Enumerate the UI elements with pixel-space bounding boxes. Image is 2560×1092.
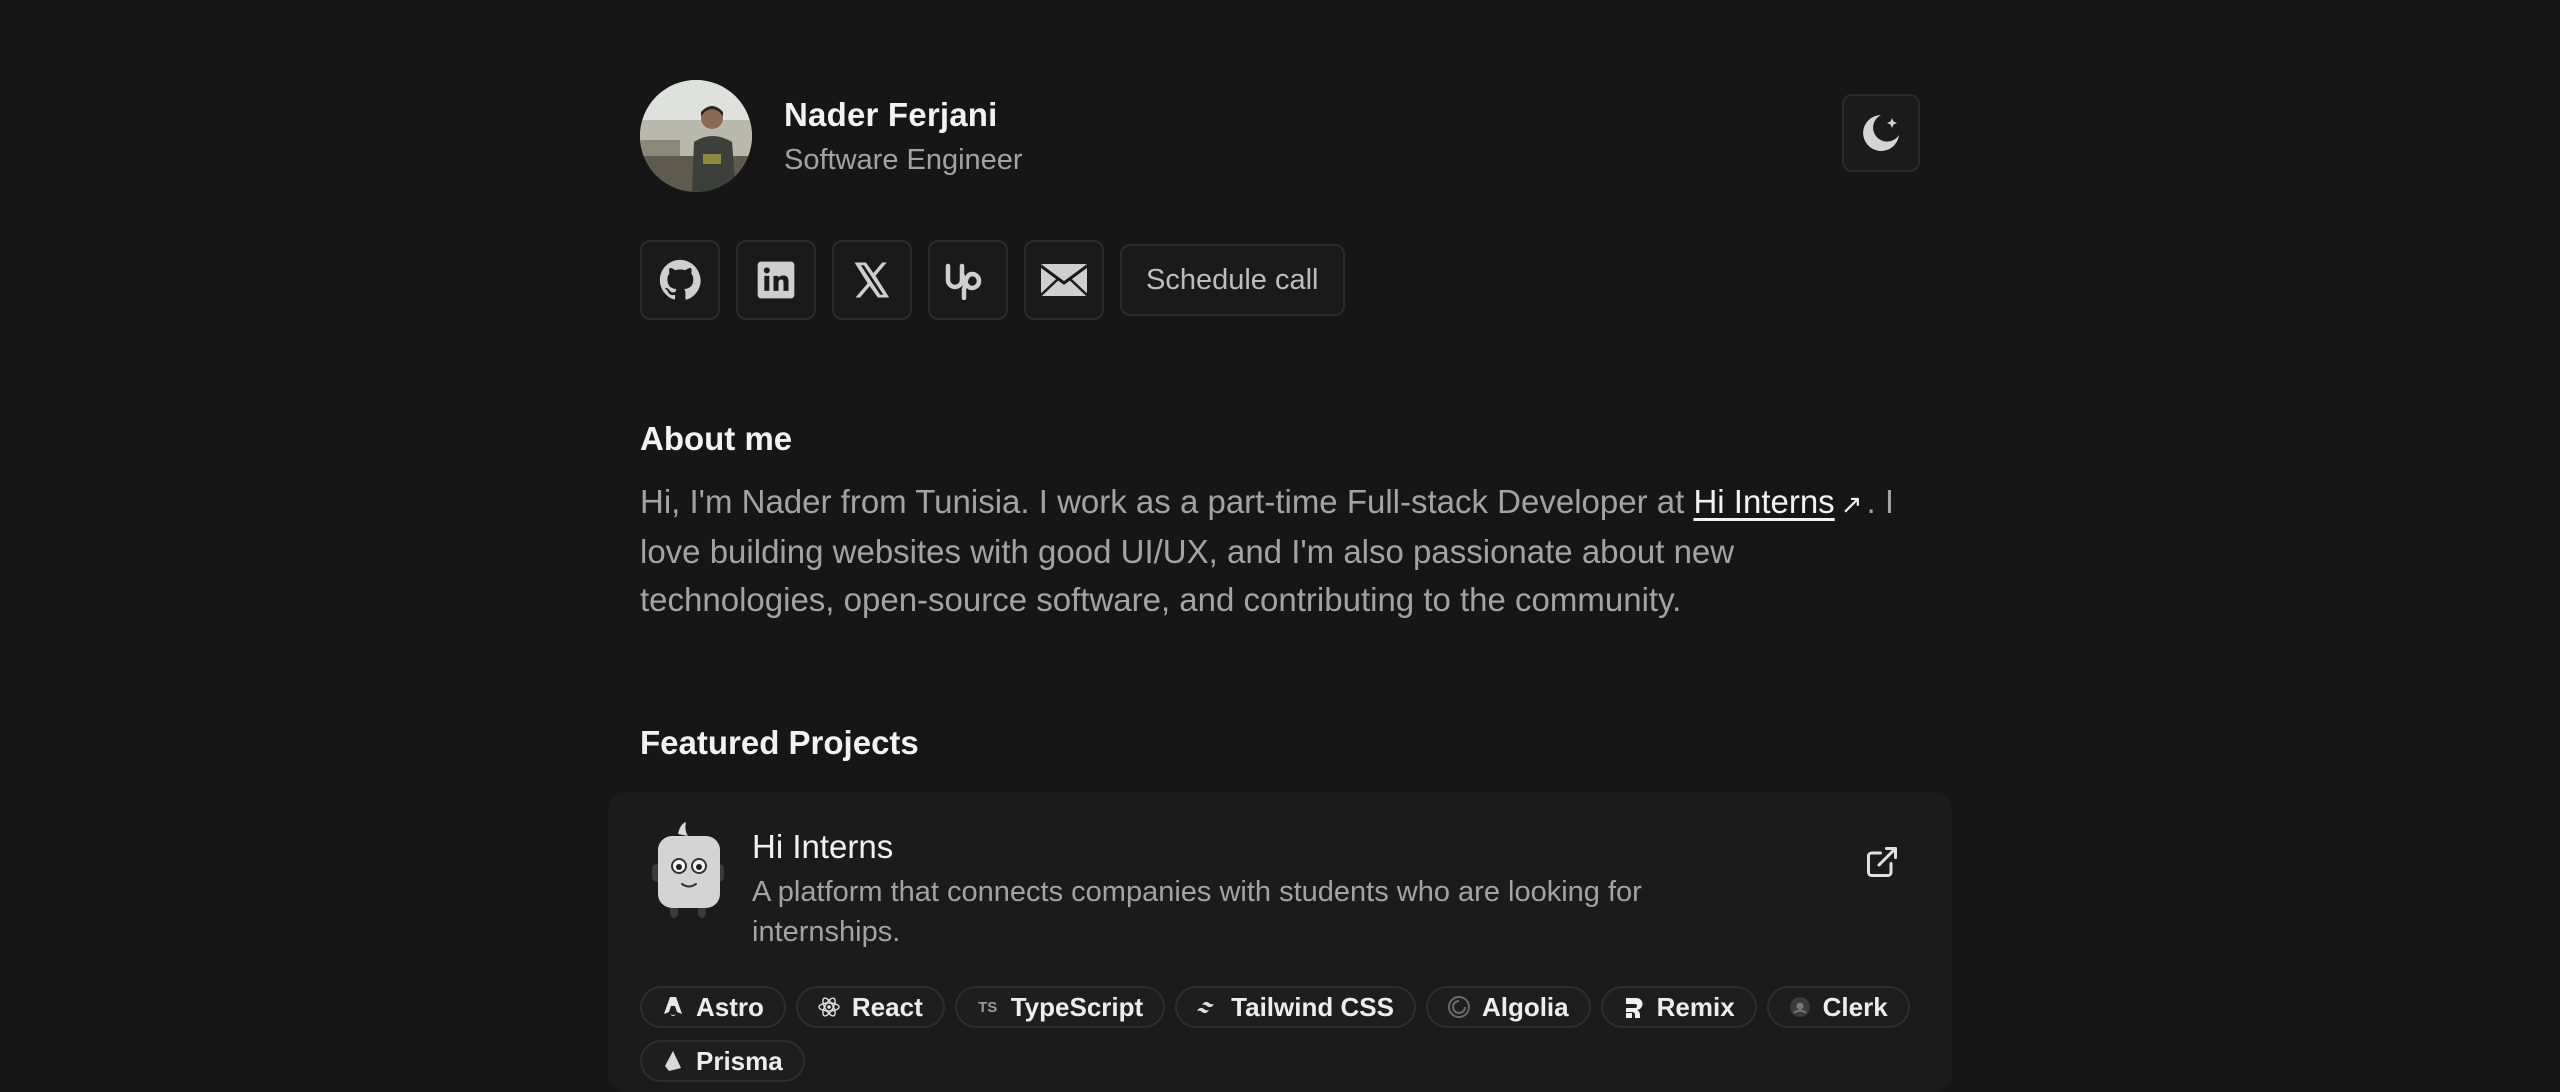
projects-title: Featured Projects	[640, 724, 919, 761]
upwork-icon	[945, 263, 982, 300]
tag-react: React	[795, 986, 945, 1028]
x-link[interactable]	[832, 240, 912, 320]
github-icon	[659, 259, 701, 300]
tag-algolia: Algolia	[1425, 986, 1591, 1028]
tag-label: Algolia	[1481, 991, 1569, 1022]
github-link[interactable]	[640, 240, 720, 320]
tag-label: Clerk	[1822, 991, 1888, 1022]
tag-tailwind: Tailwind CSS	[1175, 986, 1416, 1028]
tag-label: Prisma	[696, 1045, 783, 1076]
social-links: Schedule call	[640, 240, 1345, 320]
about-title: About me	[640, 420, 793, 457]
tag-clerk: Clerk	[1766, 986, 1910, 1028]
astro-icon	[660, 994, 686, 1020]
tech-tags: Astro React TS TypeScript Tailwind CSS A…	[640, 986, 1930, 1082]
hi-interns-link[interactable]: Hi Interns	[1693, 483, 1834, 520]
tag-astro: Astro	[640, 986, 786, 1028]
project-name: Hi Interns	[752, 828, 894, 865]
tag-prisma: Prisma	[640, 1040, 805, 1082]
theme-toggle-button[interactable]	[1842, 94, 1920, 172]
mail-icon	[1040, 264, 1088, 296]
algolia-icon	[1446, 994, 1472, 1020]
hi-interns-logo-icon	[640, 822, 736, 922]
schedule-call-button[interactable]: Schedule call	[1120, 244, 1345, 316]
project-description: A platform that connects companies with …	[752, 876, 1642, 948]
about-text: Hi, I'm Nader from Tunisia. I work as a …	[640, 478, 1930, 624]
tag-label: Tailwind CSS	[1231, 991, 1394, 1022]
remix-icon	[1621, 994, 1647, 1020]
about-text-intro: Hi, I'm Nader from Tunisia. I work as a …	[640, 483, 1694, 520]
tag-label: Astro	[696, 991, 764, 1022]
tag-label: TypeScript	[1010, 991, 1144, 1022]
react-icon	[816, 994, 842, 1020]
profile-name: Nader Ferjani	[784, 96, 998, 133]
tag-label: Remix	[1656, 991, 1735, 1022]
linkedin-link[interactable]	[736, 240, 816, 320]
avatar	[640, 80, 752, 192]
profile-header: Nader Ferjani Software Engineer	[640, 80, 1920, 192]
linkedin-icon	[757, 261, 795, 299]
project-card[interactable]: Hi Interns A platform that connects comp…	[608, 792, 1952, 1092]
upwork-link[interactable]	[928, 240, 1008, 320]
tag-label: React	[851, 991, 923, 1022]
prisma-icon	[660, 1048, 686, 1074]
profile-role: Software Engineer	[784, 144, 1023, 176]
external-link-icon[interactable]	[1864, 844, 1900, 880]
moon-icon	[1863, 115, 1899, 151]
arrow-up-right-icon: ↗	[1840, 489, 1863, 519]
tag-remix: Remix	[1600, 986, 1757, 1028]
tag-typescript: TS TypeScript	[954, 986, 1166, 1028]
tailwind-icon	[1195, 994, 1221, 1020]
x-icon	[854, 262, 890, 298]
portfolio-page: Nader Ferjani Software Engineer Schedule…	[0, 0, 2560, 1092]
email-link[interactable]	[1024, 240, 1104, 320]
clerk-icon	[1787, 994, 1813, 1020]
typescript-icon: TS	[978, 998, 998, 1016]
